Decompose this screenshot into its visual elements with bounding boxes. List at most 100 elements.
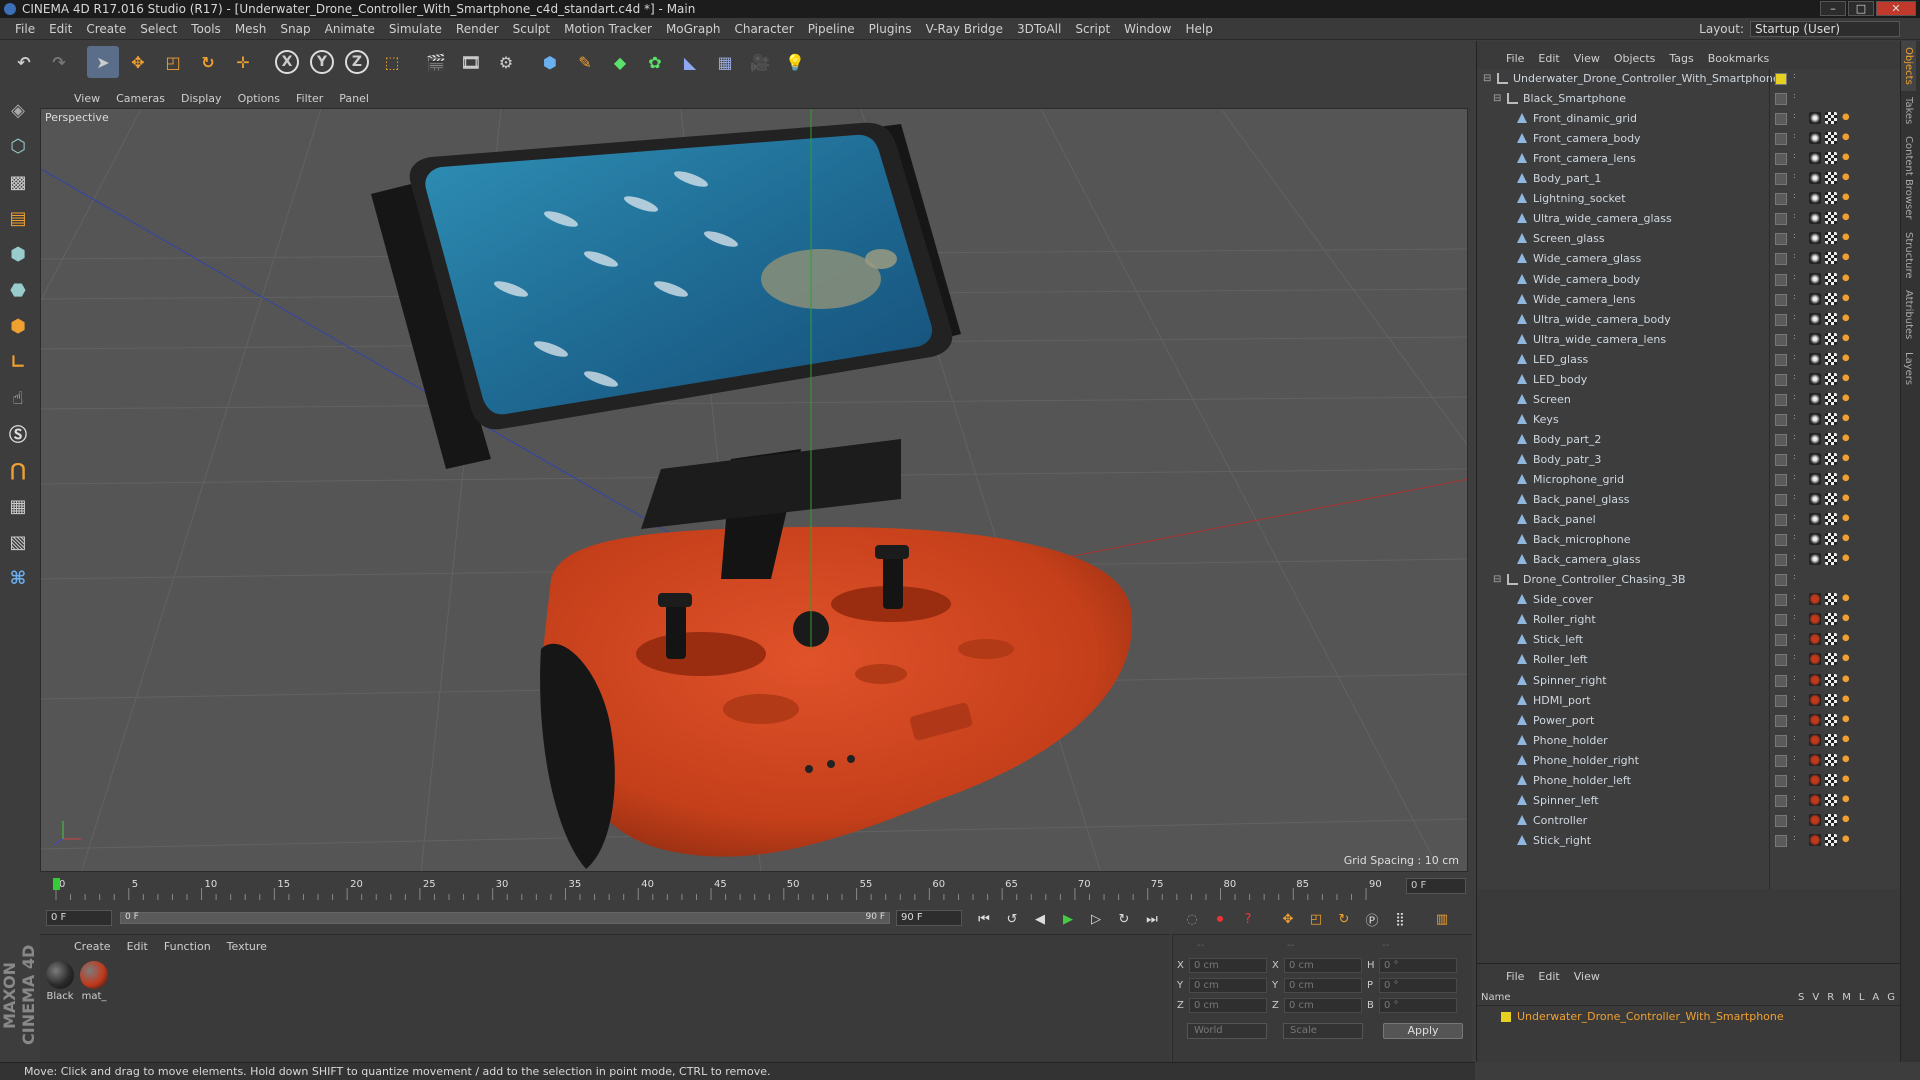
object-row[interactable]: Keys:	[1477, 410, 1901, 430]
start-frame-field[interactable]: 0 F	[46, 910, 112, 926]
previous-frame-icon[interactable]: ◀	[1028, 908, 1052, 930]
phong-tag-icon[interactable]	[1841, 272, 1853, 285]
phong-tag-icon[interactable]	[1841, 493, 1853, 506]
phong-tag-icon[interactable]	[1841, 593, 1853, 606]
lock-workplane-icon[interactable]: ▦	[3, 490, 33, 522]
object-row[interactable]: Roller_left:	[1477, 650, 1901, 670]
viewport-menu-view[interactable]: View	[66, 92, 108, 105]
side-tab-layers[interactable]: Layers	[1901, 346, 1916, 391]
subdivision-surface-icon[interactable]: ◆	[604, 46, 636, 78]
phong-tag-icon[interactable]	[1841, 833, 1853, 846]
object-row[interactable]: Wide_camera_glass:	[1477, 249, 1901, 269]
object-row[interactable]: Screen:	[1477, 390, 1901, 410]
object-row[interactable]: Phone_holder:	[1477, 731, 1901, 751]
transform-tool-icon[interactable]: ✛	[227, 46, 259, 78]
render-dots[interactable]: :	[1793, 633, 1796, 641]
phong-tag-icon[interactable]	[1841, 432, 1853, 445]
side-tab-attributes[interactable]: Attributes	[1901, 284, 1916, 345]
object-row[interactable]: Front_dinamic_grid:	[1477, 109, 1901, 129]
phong-tag-icon[interactable]	[1841, 553, 1853, 566]
live-select-tool-icon[interactable]: ➤	[87, 46, 119, 78]
material-tag-icon[interactable]	[1809, 813, 1821, 826]
material-tag-icon[interactable]	[1809, 332, 1821, 345]
render-dots[interactable]: :	[1793, 452, 1796, 460]
undo-button[interactable]: ↶	[8, 46, 40, 78]
side-tab-objects[interactable]: Objects	[1901, 41, 1916, 91]
material-tag-icon[interactable]	[1809, 392, 1821, 405]
render-dots[interactable]: :	[1793, 573, 1796, 581]
texture-tag-icon[interactable]	[1825, 252, 1837, 265]
material-tag-icon[interactable]	[1809, 212, 1821, 225]
key-parameter-icon[interactable]: Ⓟ	[1360, 908, 1384, 930]
go-to-end-icon[interactable]: ⏭	[1140, 908, 1164, 930]
material-tag-icon[interactable]	[1809, 152, 1821, 165]
previous-key-icon[interactable]: ↺	[1000, 908, 1024, 930]
object-row[interactable]: Stick_left:	[1477, 630, 1901, 650]
menu-snap[interactable]: Snap	[273, 22, 317, 36]
render-dots[interactable]: :	[1793, 132, 1796, 140]
visibility-toggle[interactable]	[1775, 213, 1787, 226]
render-dots[interactable]: :	[1793, 473, 1796, 481]
expand-toggle-icon[interactable]: ⊟	[1483, 69, 1491, 89]
visibility-toggle[interactable]	[1775, 173, 1787, 186]
visibility-toggle[interactable]	[1775, 73, 1787, 85]
phong-tag-icon[interactable]	[1841, 412, 1853, 425]
next-key-icon[interactable]: ↻	[1112, 908, 1136, 930]
maximize-button[interactable]: □	[1848, 1, 1874, 16]
phong-tag-icon[interactable]	[1841, 753, 1853, 766]
visibility-toggle[interactable]	[1775, 594, 1787, 607]
workplane-mode-icon[interactable]: ▤	[3, 202, 33, 234]
visibility-toggle[interactable]	[1775, 113, 1787, 126]
array-generator-icon[interactable]: ✿	[639, 46, 671, 78]
object-row[interactable]: LED_glass:	[1477, 350, 1901, 370]
texture-tag-icon[interactable]	[1825, 132, 1837, 145]
visibility-toggle[interactable]	[1775, 774, 1787, 787]
make-editable-icon[interactable]: ◈	[3, 94, 33, 126]
pen-spline-icon[interactable]: ✎	[569, 46, 601, 78]
texture-tag-icon[interactable]	[1825, 352, 1837, 365]
render-dots[interactable]: :	[1793, 92, 1796, 100]
python-icon[interactable]: ⌘	[3, 562, 33, 594]
texture-tag-icon[interactable]	[1825, 112, 1837, 125]
motion-record-icon[interactable]: ◌	[1180, 908, 1204, 930]
object-menu-bookmarks[interactable]: Bookmarks	[1701, 52, 1776, 65]
render-dots[interactable]: :	[1793, 332, 1796, 340]
x-axis-lock-button[interactable]: X	[271, 46, 303, 78]
coordinate-field[interactable]: 0 cm	[1284, 978, 1362, 993]
texture-tag-icon[interactable]	[1825, 833, 1837, 846]
visibility-toggle[interactable]	[1775, 534, 1787, 547]
light-object-icon[interactable]: 💡	[779, 46, 811, 78]
key-pla-icon[interactable]: ⣿	[1388, 908, 1412, 930]
phong-tag-icon[interactable]	[1841, 473, 1853, 485]
coordinate-mode-dropdown[interactable]: Scale	[1283, 1023, 1363, 1039]
object-row[interactable]: Ultra_wide_camera_glass:	[1477, 209, 1901, 229]
coordinate-field[interactable]: 0 cm	[1189, 998, 1267, 1013]
menu-sculpt[interactable]: Sculpt	[506, 22, 557, 36]
points-mode-icon[interactable]: ⬢	[3, 238, 33, 270]
visibility-toggle[interactable]	[1775, 574, 1787, 587]
coordinate-field[interactable]: 0 cm	[1284, 958, 1362, 973]
object-row[interactable]: Screen_glass:	[1477, 229, 1901, 249]
material-tag-icon[interactable]	[1809, 112, 1821, 125]
object-row[interactable]: Stick_right:	[1477, 831, 1901, 851]
render-view-icon[interactable]: 🎬	[420, 46, 452, 78]
render-dots[interactable]: :	[1793, 432, 1796, 440]
phong-tag-icon[interactable]	[1841, 132, 1853, 145]
visibility-toggle[interactable]	[1775, 674, 1787, 687]
y-axis-lock-button[interactable]: Y	[306, 46, 338, 78]
coordinate-field[interactable]: 0 cm	[1284, 998, 1362, 1013]
visibility-toggle[interactable]	[1775, 93, 1787, 106]
material-swatch[interactable]: mat_	[80, 961, 108, 1002]
planar-workplane-icon[interactable]: ▧	[3, 526, 33, 558]
render-dots[interactable]: :	[1793, 172, 1796, 180]
phong-tag-icon[interactable]	[1841, 372, 1853, 385]
range-slider[interactable]: 0 F 90 F	[120, 912, 890, 924]
visibility-toggle[interactable]	[1775, 494, 1787, 507]
material-tag-icon[interactable]	[1809, 733, 1821, 746]
texture-tag-icon[interactable]	[1825, 693, 1837, 706]
phong-tag-icon[interactable]	[1841, 733, 1853, 746]
visibility-toggle[interactable]	[1775, 433, 1787, 446]
visibility-toggle[interactable]	[1775, 313, 1787, 326]
visibility-toggle[interactable]	[1775, 153, 1787, 166]
coordinate-system-icon[interactable]: ⬚	[376, 46, 408, 78]
